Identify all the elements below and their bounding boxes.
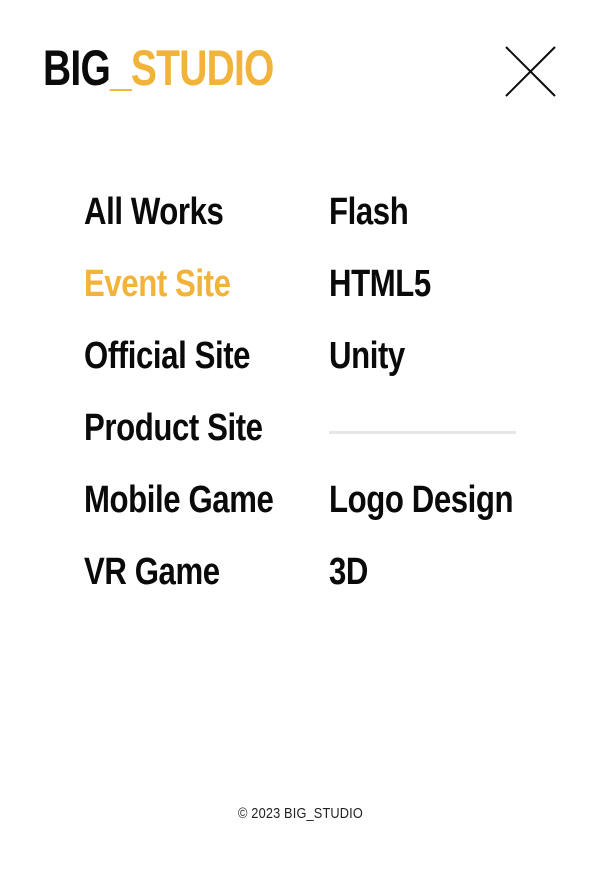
menu-divider bbox=[329, 431, 516, 434]
menu-item-html5[interactable]: HTML5 bbox=[329, 248, 485, 320]
close-menu-button[interactable] bbox=[505, 46, 556, 97]
menu-item-product-site[interactable]: Product Site bbox=[84, 392, 273, 464]
menu-item-all-works[interactable]: All Works bbox=[84, 176, 273, 248]
logo-studio: _STUDIO bbox=[110, 40, 274, 96]
logo-big: BIG bbox=[43, 40, 111, 96]
category-menu: All Works Event Site Official Site Produ… bbox=[84, 176, 524, 608]
copyright-text: © 2023 BIG_STUDIO bbox=[238, 805, 363, 822]
menu-divider-row bbox=[329, 392, 519, 464]
menu-column-right: Flash HTML5 Unity Logo Design 3D bbox=[329, 176, 519, 608]
footer: © 2023 BIG_STUDIO bbox=[0, 803, 601, 825]
menu-item-3d[interactable]: 3D bbox=[329, 536, 485, 608]
menu-item-logo-design[interactable]: Logo Design bbox=[329, 464, 514, 536]
menu-item-vr-game[interactable]: VR Game bbox=[84, 536, 273, 608]
menu-item-mobile-game[interactable]: Mobile Game bbox=[84, 464, 274, 536]
logo[interactable]: BIG _STUDIO bbox=[43, 40, 274, 96]
menu-item-official-site[interactable]: Official Site bbox=[84, 320, 273, 392]
menu-item-event-site[interactable]: Event Site bbox=[84, 248, 273, 320]
menu-item-flash[interactable]: Flash bbox=[329, 176, 485, 248]
menu-item-unity[interactable]: Unity bbox=[329, 320, 485, 392]
close-icon bbox=[505, 46, 556, 97]
menu-column-left: All Works Event Site Official Site Produ… bbox=[84, 176, 314, 608]
